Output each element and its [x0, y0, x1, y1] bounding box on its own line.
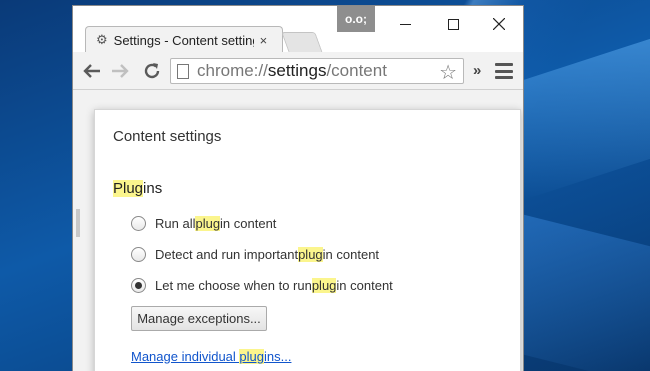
maximize-button[interactable] — [431, 10, 475, 38]
maximize-icon — [447, 18, 459, 30]
url-host: settings — [267, 61, 327, 80]
tab-title: Settings - Content setting — [113, 32, 254, 48]
radio-selected-dot — [135, 281, 142, 289]
reload-button[interactable] — [141, 60, 163, 82]
radio-label: Detect and run important — [155, 246, 299, 262]
plugins-section-title: Plugins — [113, 180, 162, 197]
content-settings-dialog: Content settings Plugins Run all plug in … — [94, 109, 521, 371]
settings-scroll-marker — [76, 209, 80, 237]
manage-exceptions-button[interactable]: Manage exceptions... — [131, 306, 267, 331]
minimize-button[interactable] — [383, 10, 427, 38]
gear-icon: ⚙ — [96, 32, 108, 47]
search-highlight: plug — [195, 215, 221, 231]
bookmark-star-icon[interactable]: ☆ — [439, 60, 457, 85]
search-highlight: plug — [298, 246, 323, 262]
menu-icon-bar — [495, 63, 513, 66]
browser-toolbar: chrome://settings/content ☆ » — [73, 52, 523, 90]
menu-icon-bar — [495, 69, 513, 73]
new-tab-button[interactable] — [281, 32, 323, 53]
radio-button[interactable] — [131, 246, 146, 262]
back-button[interactable] — [81, 60, 103, 82]
url-path: /content — [326, 61, 387, 80]
radio-run-all[interactable]: Run all plug in content — [131, 213, 276, 233]
reload-icon — [144, 63, 160, 79]
dialog-title: Content settings — [113, 128, 222, 145]
forward-button[interactable] — [109, 60, 131, 82]
address-bar[interactable]: chrome://settings/content ☆ — [170, 58, 464, 84]
tab-close-icon[interactable]: × — [260, 33, 268, 48]
close-button[interactable] — [477, 10, 521, 38]
link-text: Manage individual — [131, 349, 240, 364]
incognito-icon: o.o; — [337, 6, 375, 32]
radio-button[interactable] — [131, 215, 146, 231]
menu-icon-bar — [495, 76, 513, 79]
forward-arrow-icon — [112, 64, 129, 78]
radio-label: in content — [322, 246, 380, 262]
link-text: ins... — [263, 349, 292, 364]
search-highlight: plug — [311, 277, 337, 293]
wallpaper-light-beam — [520, 38, 650, 202]
radio-button-selected[interactable] — [131, 277, 146, 293]
settings-page: Content settings Plugins Run all plug in … — [73, 91, 523, 371]
search-highlight: plug — [239, 349, 264, 364]
radio-let-me-choose[interactable]: Let me choose when to run plug in content — [131, 275, 393, 295]
title-bar: ⚙ Settings - Content setting × o.o; — [73, 6, 523, 53]
chrome-menu-button[interactable] — [495, 63, 513, 79]
minimize-icon — [399, 23, 411, 25]
close-icon — [493, 18, 505, 30]
extensions-overflow-button[interactable]: » — [473, 62, 481, 79]
radio-detect-important[interactable]: Detect and run important plug in content — [131, 244, 379, 264]
radio-label: in content — [336, 277, 393, 293]
browser-window: ⚙ Settings - Content setting × o.o; chro… — [72, 5, 524, 371]
back-arrow-icon — [83, 64, 100, 78]
radio-label: Run all — [155, 215, 196, 231]
wallpaper-light-beam — [520, 213, 650, 371]
section-title-rest: ins — [143, 180, 163, 197]
radio-label: in content — [220, 215, 277, 231]
url-scheme: chrome:// — [197, 61, 268, 80]
search-highlight: Plug — [113, 180, 144, 197]
page-icon — [177, 63, 189, 79]
manage-plugins-link[interactable]: Manage individual plugins... — [131, 349, 291, 364]
tab-settings[interactable]: ⚙ Settings - Content setting × — [85, 26, 283, 53]
radio-label: Let me choose when to run — [155, 277, 312, 293]
